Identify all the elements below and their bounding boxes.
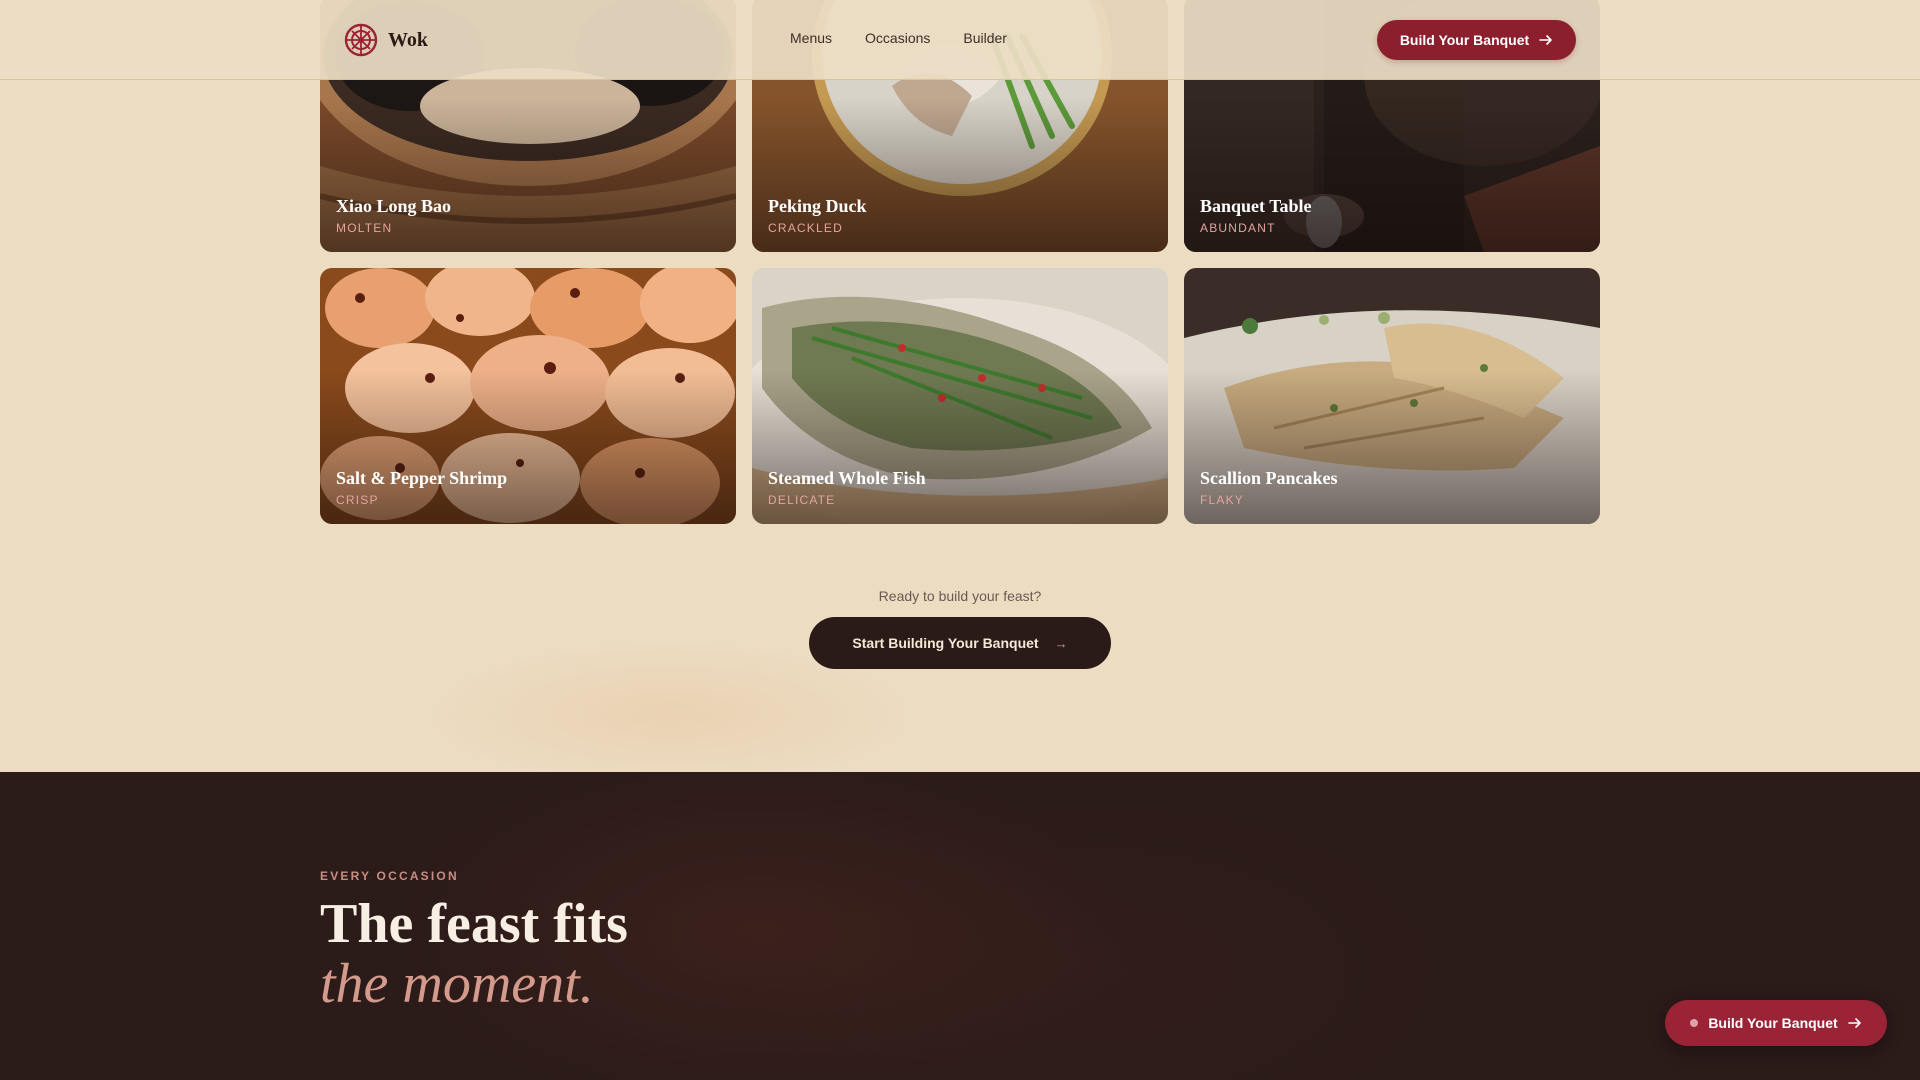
arrow-right-icon <box>1847 1018 1861 1028</box>
section-headline-accent: the moment. <box>320 953 594 1015</box>
cta-question: Ready to build your feast? <box>878 588 1042 604</box>
dish-card-scallion-pancakes[interactable]: Scallion Pancakes FLAKY <box>1184 268 1600 524</box>
build-banquet-button[interactable]: Build Your Banquet <box>1377 20 1576 60</box>
dish-tag: FLAKY <box>1200 493 1245 507</box>
dish-title: Salt & Pepper Shrimp <box>336 468 508 488</box>
dish-tag: CRISP <box>336 493 379 507</box>
arrow-right-icon: → <box>1054 635 1068 651</box>
dish-title: Scallion Pancakes <box>1200 468 1338 488</box>
dish-tag: DELICATE <box>768 493 836 507</box>
dish-card-salt-pepper-shrimp[interactable]: Salt & Pepper Shrimp CRISP <box>320 268 736 524</box>
nav-link-builder[interactable]: Builder <box>963 30 1007 46</box>
banquet-cta: Ready to build your feast? Start Buildin… <box>0 580 1920 669</box>
dish-tag: ABUNDANT <box>1200 221 1276 235</box>
section-eyebrow: EVERY OCCASION <box>320 869 459 883</box>
occasion-section: EVERY OCCASION The feast fits the moment… <box>0 772 1920 1080</box>
dish-title: Peking Duck <box>768 196 867 216</box>
start-building-label: Start Building Your Banquet <box>852 635 1039 651</box>
card-shade <box>320 370 736 524</box>
start-building-button[interactable]: Start Building Your Banquet → <box>809 617 1111 669</box>
knot-logo-icon <box>344 23 378 57</box>
dish-title: Banquet Table <box>1200 196 1312 216</box>
dish-title: Steamed Whole Fish <box>768 468 926 488</box>
dish-title: Xiao Long Bao <box>336 196 452 216</box>
section-headline: The feast fits <box>320 893 628 955</box>
build-banquet-label: Build Your Banquet <box>1399 32 1530 48</box>
main-nav: Menus Occasions Builder <box>790 30 1007 46</box>
floating-cta-label: Build Your Banquet <box>1708 1015 1838 1031</box>
floating-build-banquet-button[interactable]: Build Your Banquet <box>1665 1000 1887 1046</box>
arrow-right-icon <box>1539 35 1552 45</box>
dish-tag: MOLTEN <box>336 221 393 235</box>
nav-link-occasions[interactable]: Occasions <box>865 30 930 46</box>
dot-icon <box>1690 1019 1699 1027</box>
brand-name: Wok <box>388 28 429 51</box>
dish-tag: CRACKLED <box>768 221 843 235</box>
nav-link-menus[interactable]: Menus <box>790 30 832 46</box>
brand[interactable]: Wok <box>344 22 428 58</box>
top-navbar: Wok Menus Occasions Builder Build Your B… <box>0 0 1920 80</box>
card-shade <box>1184 370 1600 524</box>
dish-card-steamed-whole-fish[interactable]: Steamed Whole Fish DELICATE <box>752 268 1168 524</box>
